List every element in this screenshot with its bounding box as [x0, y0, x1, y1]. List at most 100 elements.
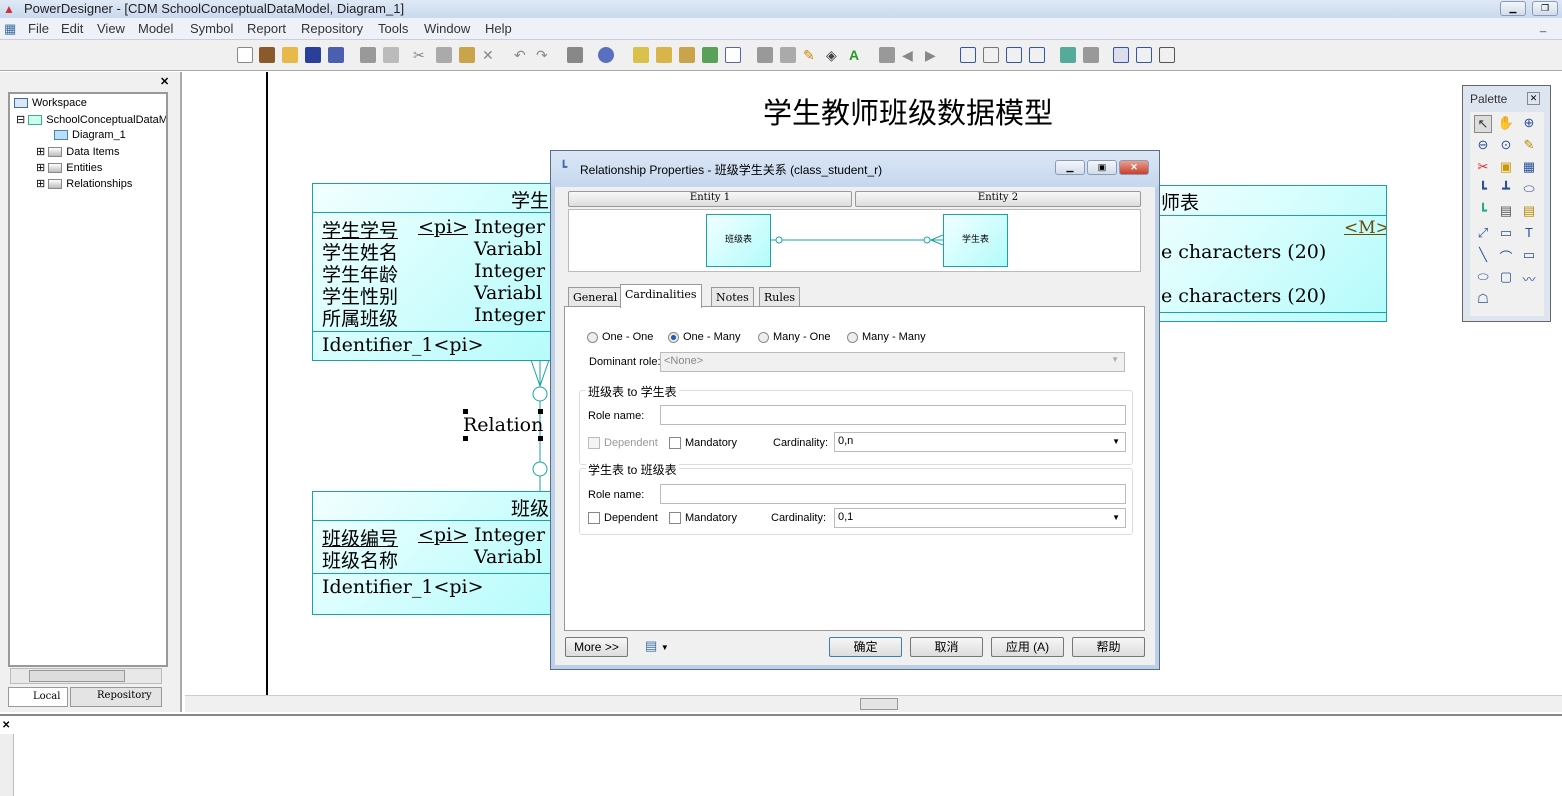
print-icon[interactable]: [383, 47, 399, 63]
group-icon[interactable]: [757, 47, 773, 63]
file-icon[interactable]: ▤: [1497, 203, 1515, 221]
more-button[interactable]: More >>: [565, 637, 628, 657]
dialog-close-button[interactable]: ✕: [1119, 160, 1149, 175]
title-icon[interactable]: ▭: [1497, 225, 1515, 243]
properties-icon[interactable]: [567, 47, 583, 63]
relationship-icon[interactable]: ┗: [1474, 181, 1492, 199]
fill-icon[interactable]: ◈: [826, 47, 842, 63]
radio-one-many[interactable]: One - Many: [668, 331, 740, 343]
browser-icon[interactable]: [960, 47, 976, 63]
zoom-out-icon[interactable]: ⊖: [1474, 137, 1492, 155]
palette-icon[interactable]: [1029, 47, 1045, 63]
cardinality-select[interactable]: 0,1 ▼: [834, 508, 1126, 528]
save-all-icon[interactable]: [328, 47, 344, 63]
save-icon[interactable]: [305, 47, 321, 63]
arrow-left-icon[interactable]: ◀: [902, 47, 918, 63]
properties-icon[interactable]: ✎: [1520, 137, 1538, 155]
radio-one-one[interactable]: One - One: [587, 331, 653, 343]
undo-icon[interactable]: ↶: [514, 47, 530, 63]
ok-button[interactable]: 确定: [829, 637, 902, 657]
mdi-minimize-button[interactable]: _: [1540, 21, 1546, 33]
entity-class[interactable]: 班级表 班级编号 <pi> Integer 班级名称 Variabl Ident…: [312, 491, 572, 615]
rounded-rect-icon[interactable]: ▢: [1497, 269, 1515, 287]
arrow-right-icon[interactable]: ▶: [925, 47, 941, 63]
cut-icon[interactable]: ✂: [413, 47, 429, 63]
bring-front-icon[interactable]: [879, 47, 895, 63]
close-output-icon[interactable]: ✕: [2, 720, 10, 731]
radio-many-one[interactable]: Many - One: [758, 331, 830, 343]
refresh-icon[interactable]: [702, 47, 718, 63]
open-icon[interactable]: [282, 47, 298, 63]
ellipse-icon[interactable]: ⬭: [1474, 269, 1492, 287]
association-icon[interactable]: ⬭: [1520, 181, 1538, 199]
check-model-icon[interactable]: [633, 47, 649, 63]
hand-icon[interactable]: ✋: [1497, 115, 1515, 133]
mandatory-checkbox[interactable]: Mandatory: [669, 437, 737, 450]
output-scrollbar[interactable]: [0, 734, 14, 796]
minimize-button[interactable]: ▁: [1500, 1, 1526, 16]
note-icon[interactable]: ▤: [1520, 203, 1538, 221]
dependent-checkbox[interactable]: Dependent: [588, 512, 658, 525]
result-list-icon[interactable]: [1006, 47, 1022, 63]
tab-notes[interactable]: Notes: [711, 287, 754, 307]
help-button[interactable]: 帮助: [1072, 637, 1145, 657]
radio-many-many[interactable]: Many - Many: [847, 331, 926, 343]
apply-button[interactable]: 应用 (A): [991, 637, 1064, 657]
menu-window[interactable]: Window: [424, 21, 470, 36]
selection-handle[interactable]: [538, 436, 543, 441]
canvas-horizontal-scrollbar[interactable]: [185, 695, 1562, 712]
dependent-checkbox[interactable]: Dependent: [588, 437, 658, 450]
restore-button[interactable]: ❐: [1532, 1, 1558, 16]
zoom-fit-icon[interactable]: ⊙: [1497, 137, 1515, 155]
dialog-minimize-button[interactable]: ▁: [1055, 160, 1085, 175]
arc-icon[interactable]: ⌒: [1497, 247, 1515, 265]
cardinality-select[interactable]: 0,n ▼: [834, 432, 1126, 452]
menu-model[interactable]: Model: [138, 21, 173, 36]
pen-icon[interactable]: ✎: [803, 47, 819, 63]
generate-icon[interactable]: [656, 47, 672, 63]
tree-item-relationships[interactable]: ⊞ Relationships: [36, 177, 132, 190]
cancel-button[interactable]: 取消: [910, 637, 983, 657]
report-icon[interactable]: [725, 47, 741, 63]
font-icon[interactable]: A: [849, 47, 865, 63]
menu-tools[interactable]: Tools: [378, 21, 408, 36]
entity1-button[interactable]: Entity 1: [568, 191, 852, 207]
ungroup-icon[interactable]: [780, 47, 796, 63]
rectangle-icon[interactable]: ▭: [1520, 247, 1538, 265]
new-project-icon[interactable]: [259, 47, 275, 63]
menu-file[interactable]: File: [28, 21, 49, 36]
entity-teacher[interactable]: 师表 <M> e characters (20) e characters (2…: [1150, 185, 1387, 322]
reverse-icon[interactable]: [679, 47, 695, 63]
mandatory-checkbox[interactable]: Mandatory: [669, 512, 737, 525]
menu-help[interactable]: Help: [485, 21, 512, 36]
text-icon[interactable]: T: [1520, 225, 1538, 243]
dominant-role-select[interactable]: <None> ▼: [660, 352, 1125, 372]
pointer-icon[interactable]: ↖: [1474, 115, 1492, 133]
menu-report[interactable]: Report: [247, 21, 286, 36]
link-icon[interactable]: ⤢: [1474, 225, 1492, 243]
package-icon[interactable]: ▣: [1497, 159, 1515, 177]
tree-horizontal-scrollbar[interactable]: [10, 668, 162, 684]
entity-student[interactable]: 学生表 学生学号 <pi> Integer 学生姓名 Variabl 学生年龄 …: [312, 183, 572, 361]
close-palette-icon[interactable]: ✕: [1527, 92, 1540, 105]
entity2-button[interactable]: Entity 2: [855, 191, 1141, 207]
tab-repository[interactable]: Repository: [70, 687, 162, 707]
line-icon[interactable]: ╲: [1474, 247, 1492, 265]
text-view-icon[interactable]: [1136, 47, 1152, 63]
copy-icon[interactable]: [436, 47, 452, 63]
menu-symbol[interactable]: Symbol: [190, 21, 233, 36]
new-icon[interactable]: [237, 47, 253, 63]
entity-icon[interactable]: ▦: [1520, 159, 1538, 177]
zoom-page-icon[interactable]: [1113, 47, 1129, 63]
diagram-icon[interactable]: [1060, 47, 1076, 63]
paste-icon[interactable]: [459, 47, 475, 63]
redo-icon[interactable]: ↷: [536, 47, 552, 63]
polygon-icon[interactable]: ☖: [1474, 291, 1492, 309]
tab-local[interactable]: Local: [8, 687, 68, 707]
tab-general[interactable]: General: [568, 287, 623, 307]
selection-handle[interactable]: [463, 436, 468, 441]
menu-repository[interactable]: Repository: [301, 21, 363, 36]
role-name-input[interactable]: [660, 484, 1126, 504]
print-options-icon[interactable]: ▤ ▼: [645, 638, 669, 654]
output-icon[interactable]: [983, 47, 999, 63]
